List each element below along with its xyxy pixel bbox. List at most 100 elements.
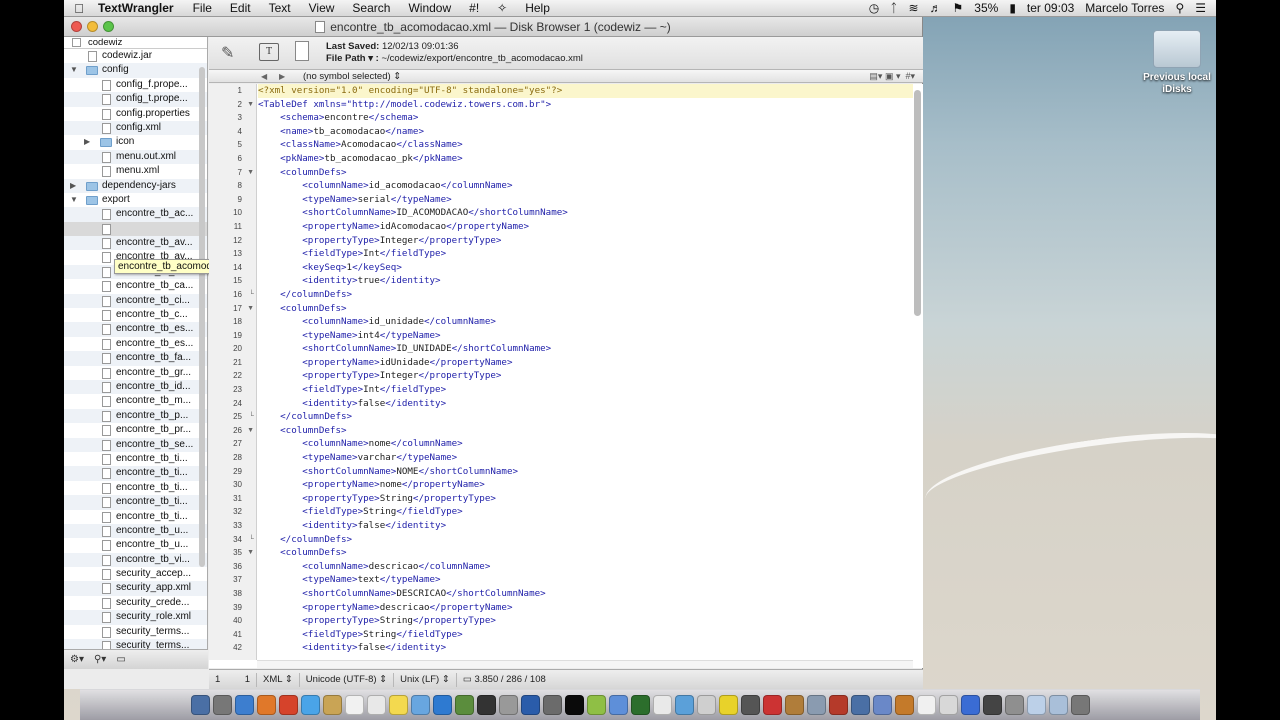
editor-horizontal-scrollbar[interactable] (257, 660, 913, 668)
menu-text[interactable]: Text (260, 1, 300, 15)
code-line[interactable]: <typeName>int4</typeName> (258, 329, 913, 343)
fold-end-icon[interactable]: └ (249, 410, 254, 424)
sidebar-file-row[interactable]: encontre_tb_vi... (64, 552, 207, 568)
symbol-popup[interactable]: (no symbol selected) ⇕ (303, 70, 401, 83)
dock-app-icon[interactable] (894, 695, 914, 715)
dock-app-icon[interactable] (1070, 695, 1090, 715)
code-line[interactable]: <TableDef xmlns="http://model.codewiz.to… (258, 98, 913, 112)
dock-app-icon[interactable] (718, 695, 738, 715)
code-line[interactable]: </columnDefs> (258, 288, 913, 302)
sidebar-file-row[interactable]: encontre_tb_fa... (64, 351, 207, 366)
dock-app-icon[interactable] (872, 695, 892, 715)
dock-app-icon[interactable] (674, 695, 694, 715)
dock-app-icon[interactable] (630, 695, 650, 715)
sidebar-file-row[interactable]: encontre_tb_c... (64, 308, 207, 322)
code-line[interactable]: <name>tb_acomodacao</name> (258, 125, 913, 139)
menu-shebang[interactable]: #! (460, 1, 488, 15)
code-line[interactable]: <schema>encontre</schema> (258, 111, 913, 125)
code-line[interactable]: <shortColumnName>ID_ACOMODACAO</shortCol… (258, 206, 913, 220)
dock-app-icon[interactable] (520, 695, 540, 715)
text-editor[interactable]: 1 2 ▼ 3 4 5 6 7 ▼ 8 9 10 11 12 13 14 15 16 └ 17 ▼ 18 19 20 21 22 2… (209, 84, 923, 668)
text-options-button[interactable]: T (259, 43, 279, 61)
sidebar-file-row[interactable]: encontre_tb_m... (64, 394, 207, 408)
sidebar-file-row[interactable]: encontre_tb_es... (64, 337, 207, 351)
menu-view[interactable]: View (300, 1, 344, 15)
sidebar-file-row[interactable]: encontre_tb_p... (64, 408, 207, 424)
dock-app-icon[interactable] (476, 695, 496, 715)
dock-app-icon[interactable] (1048, 695, 1068, 715)
dock-app-icon[interactable] (828, 695, 848, 715)
code-line[interactable]: <propertyName>descricao</propertyName> (258, 601, 913, 615)
code-line[interactable]: <typeName>serial</typeName> (258, 193, 913, 207)
sidebar-file-row[interactable]: codewiz.jar (64, 49, 207, 63)
code-line[interactable]: <identity>false</identity> (258, 519, 913, 533)
dock-app-icon[interactable] (190, 695, 210, 715)
code-line[interactable]: <columnName>id_unidade</columnName> (258, 315, 913, 329)
back-arrow-icon[interactable]: ◀ (261, 70, 267, 83)
script-menu-icon[interactable]: ✧ (488, 1, 516, 15)
code-line[interactable]: <columnDefs> (258, 424, 913, 438)
app-menu[interactable]: TextWrangler (94, 1, 184, 15)
disclosure-closed-icon[interactable]: ▶ (70, 179, 76, 193)
sidebar-file-row[interactable]: encontre_tb_ti... (64, 495, 207, 510)
dock-app-icon[interactable] (784, 695, 804, 715)
language-popup[interactable]: XML ⇕ (257, 672, 300, 687)
code-line[interactable]: <columnDefs> (258, 166, 913, 180)
encoding-popup[interactable]: Unicode (UTF-8) ⇕ (300, 672, 395, 687)
sidebar-file-row[interactable]: encontre_tb_ca... (64, 279, 207, 293)
sidebar-file-row[interactable]: security_role.xml (64, 610, 207, 625)
fold-open-icon[interactable]: ▼ (247, 302, 254, 316)
code-line[interactable]: <typeName>text</typeName> (258, 573, 913, 587)
code-line[interactable]: <propertyName>idUnidade</propertyName> (258, 356, 913, 370)
dock-app-icon[interactable] (212, 695, 232, 715)
sidebar-root-header[interactable]: codewiz (64, 37, 207, 49)
dock-app-icon[interactable] (542, 695, 562, 715)
dock-app-icon[interactable] (454, 695, 474, 715)
dock-app-icon[interactable] (498, 695, 518, 715)
code-line[interactable]: <shortColumnName>DESCRICAO</shortColumnN… (258, 587, 913, 601)
dock-app-icon[interactable] (366, 695, 386, 715)
apple-menu-icon[interactable]:  (64, 1, 94, 16)
code-line[interactable]: <columnDefs> (258, 546, 913, 560)
disclosure-closed-icon[interactable]: ▶ (84, 135, 90, 149)
dock-app-icon[interactable] (850, 695, 870, 715)
dock-app-icon[interactable] (344, 695, 364, 715)
code-line[interactable]: <shortColumnName>ID_UNIDADE</shortColumn… (258, 342, 913, 356)
fold-end-icon[interactable]: └ (249, 288, 254, 302)
sidebar-file-row[interactable]: config.xml (64, 120, 207, 136)
code-line[interactable]: <columnName>id_acomodacao</columnName> (258, 179, 913, 193)
user-name[interactable]: Marcelo Torres (1085, 1, 1164, 15)
sidebar-file-row[interactable]: config_f.prope... (64, 78, 207, 92)
code-line[interactable]: <keySeq>1</keySeq> (258, 261, 913, 275)
fold-end-icon[interactable]: └ (249, 533, 254, 547)
sidebar-file-row[interactable]: encontre_tb_se... (64, 437, 207, 452)
code-line[interactable]: <typeName>varchar</typeName> (258, 451, 913, 465)
code-line[interactable]: <?xml version="1.0" encoding="UTF-8" sta… (258, 84, 913, 98)
code-line[interactable]: <columnName>descricao</columnName> (258, 560, 913, 574)
sidebar-file-row[interactable]: encontre_tb_pr... (64, 423, 207, 437)
dock-app-icon[interactable] (960, 695, 980, 715)
sidebar-file-row[interactable]: encontre_tb_u... (64, 523, 207, 539)
flag-icon[interactable]: ⚑ (953, 1, 964, 15)
pencil-icon[interactable]: ✎ (221, 43, 234, 63)
menu-file[interactable]: File (184, 1, 221, 15)
sidebar-file-row[interactable]: security_terms... (64, 625, 207, 639)
code-line[interactable]: <columnName>nome</columnName> (258, 437, 913, 451)
dock-app-icon[interactable] (322, 695, 342, 715)
sidebar-file-row[interactable]: encontre_tb_gr... (64, 366, 207, 380)
code-line[interactable]: <propertyType>Integer</propertyType> (258, 234, 913, 248)
sidebar-scrollbar[interactable] (199, 67, 205, 567)
sidebar-folder-row[interactable]: ▼ export (64, 193, 207, 207)
code-line[interactable]: <fieldType>Int</fieldType> (258, 383, 913, 397)
document-icon[interactable] (295, 41, 309, 61)
sidebar-folder-row[interactable]: ▶ dependency-jars (64, 178, 207, 193)
code-line[interactable]: <propertyName>idAcomodacao</propertyName… (258, 220, 913, 234)
sidebar-file-row[interactable]: config_t.prope... (64, 92, 207, 107)
time-machine-icon[interactable]: ◷ (869, 1, 879, 15)
dock-app-icon[interactable] (256, 695, 276, 715)
dock-app-icon[interactable] (586, 695, 606, 715)
file-path-label[interactable]: File Path ▾ : (326, 53, 379, 64)
dock-app-icon[interactable] (234, 695, 254, 715)
sidebar-file-row[interactable]: encontre_tb_ti... (64, 452, 207, 466)
sidebar-folder-row[interactable]: ▼ config (64, 63, 207, 78)
